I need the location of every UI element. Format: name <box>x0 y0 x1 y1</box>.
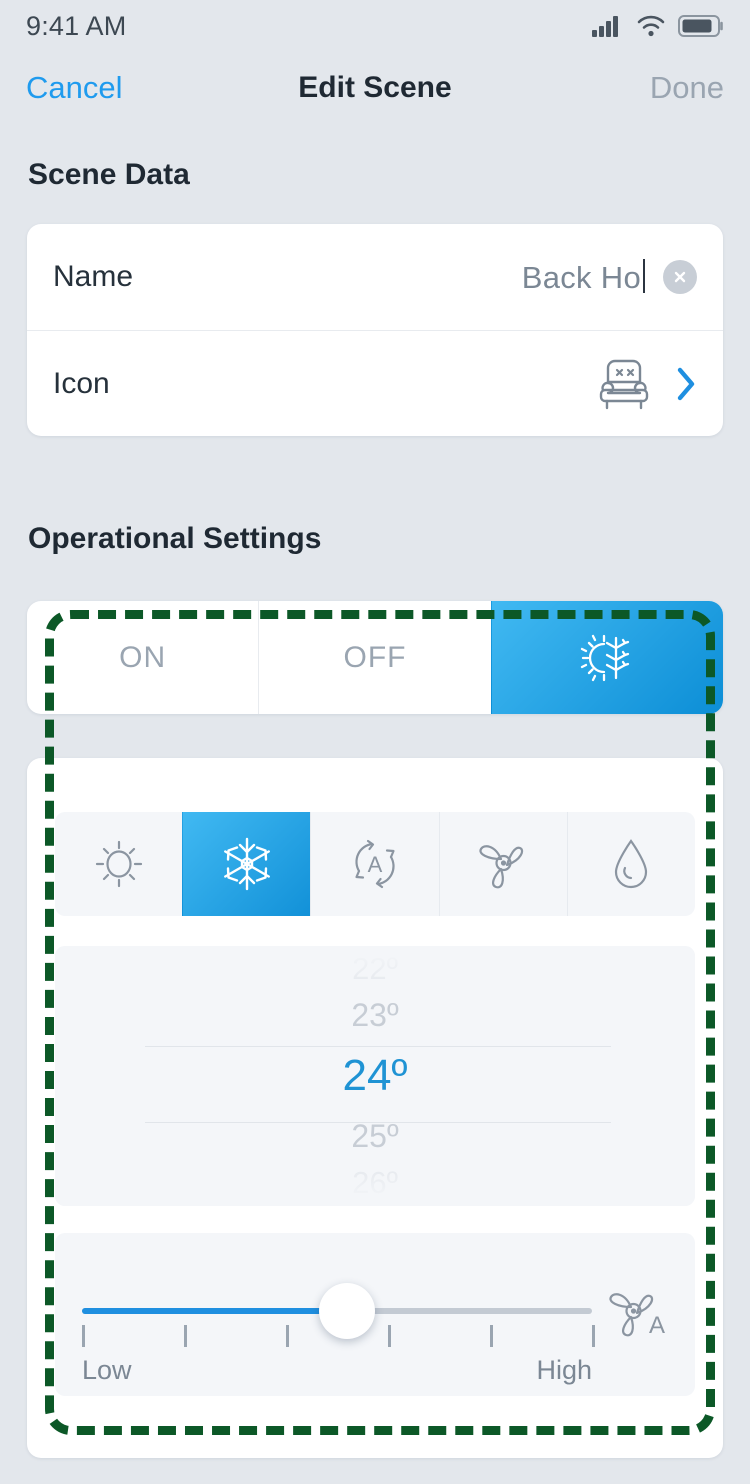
hvac-settings-card: A 22º 23º 24º 25º 26º Low High A <box>27 758 723 1458</box>
page-title: Edit Scene <box>298 71 452 104</box>
fan-speed-tick <box>490 1325 493 1347</box>
close-icon <box>674 271 686 283</box>
done-button[interactable]: Done <box>650 70 724 106</box>
app-screen: 9:41 AM Cancel Edit Scene Done Scene Dat… <box>0 0 750 1484</box>
name-value[interactable]: Back Ho <box>522 260 641 295</box>
mode-dry[interactable] <box>566 812 695 916</box>
fan-auto-letter: A <box>649 1312 665 1339</box>
wifi-icon <box>637 15 665 37</box>
temperature-option[interactable]: 26º <box>55 1161 695 1206</box>
mode-fan[interactable] <box>438 812 567 916</box>
fan-speed-low-label: Low <box>82 1355 132 1385</box>
power-mode-segmented-control: ON OFF <box>27 601 723 714</box>
droplet-icon <box>615 839 648 889</box>
operational-settings-section-title: Operational Settings <box>28 522 322 555</box>
picker-separator-bottom <box>145 1122 611 1123</box>
fan-speed-tick <box>184 1325 187 1347</box>
icon-label: Icon <box>53 366 110 400</box>
signal-bars-icon <box>592 16 618 37</box>
temperature-picker[interactable]: 22º 23º 24º 25º 26º <box>55 946 695 1206</box>
armchair-icon <box>599 359 649 409</box>
fan-speed-tick <box>286 1325 289 1347</box>
fan-auto-icon: A <box>609 1293 665 1339</box>
hvac-mode-selector: A <box>55 812 695 916</box>
sun-icon <box>95 840 142 888</box>
navigation-bar: Cancel Edit Scene Done <box>0 52 750 124</box>
segment-on[interactable]: ON <box>27 601 258 714</box>
mode-heat[interactable] <box>55 812 182 916</box>
temperature-selected-option[interactable]: 24º <box>55 1040 695 1112</box>
fan-speed-labels: Low High <box>82 1355 592 1386</box>
icon-row[interactable]: Icon <box>27 330 723 436</box>
mode-cool[interactable] <box>182 812 311 916</box>
mode-auto[interactable]: A <box>310 812 438 916</box>
temperature-wheel[interactable]: 22º 23º 24º 25º 26º <box>55 946 695 1206</box>
temperature-option[interactable]: 23º <box>55 991 695 1040</box>
temperature-option[interactable]: 25º <box>55 1112 695 1161</box>
temperature-option[interactable]: 22º <box>55 946 695 991</box>
chevron-right-icon[interactable] <box>675 366 697 402</box>
battery-icon <box>678 15 723 37</box>
snowflake-icon <box>223 837 270 891</box>
scene-data-card: Name Back Ho Icon <box>27 224 723 436</box>
fan-speed-control: Low High A <box>55 1233 695 1396</box>
fan-speed-track-fill <box>82 1308 348 1314</box>
segment-off[interactable]: OFF <box>258 601 490 714</box>
fan-speed-high-label: High <box>536 1355 592 1385</box>
status-bar: 9:41 AM <box>0 0 750 52</box>
fan-speed-tick <box>82 1325 85 1347</box>
name-label: Name <box>53 260 134 293</box>
fan-speed-tick <box>592 1325 595 1347</box>
text-caret <box>643 258 645 293</box>
status-icons <box>592 15 724 37</box>
picker-separator-top <box>145 1046 611 1047</box>
fan-speed-tick <box>388 1325 391 1347</box>
status-time: 9:41 AM <box>26 10 127 41</box>
auto-circular-arrows-icon: A <box>355 839 395 889</box>
name-row[interactable]: Name Back Ho <box>27 224 723 330</box>
fan-speed-ticks <box>82 1325 595 1347</box>
segment-climate[interactable] <box>490 601 723 714</box>
fan-auto-button[interactable]: A <box>605 1283 673 1354</box>
svg-text:A: A <box>368 852 383 877</box>
sun-snowflake-icon <box>581 634 630 681</box>
scene-data-section-title: Scene Data <box>28 158 190 191</box>
fan-icon <box>479 845 524 889</box>
clear-circle-icon[interactable] <box>663 260 697 294</box>
name-input[interactable]: Back Ho <box>522 258 645 296</box>
